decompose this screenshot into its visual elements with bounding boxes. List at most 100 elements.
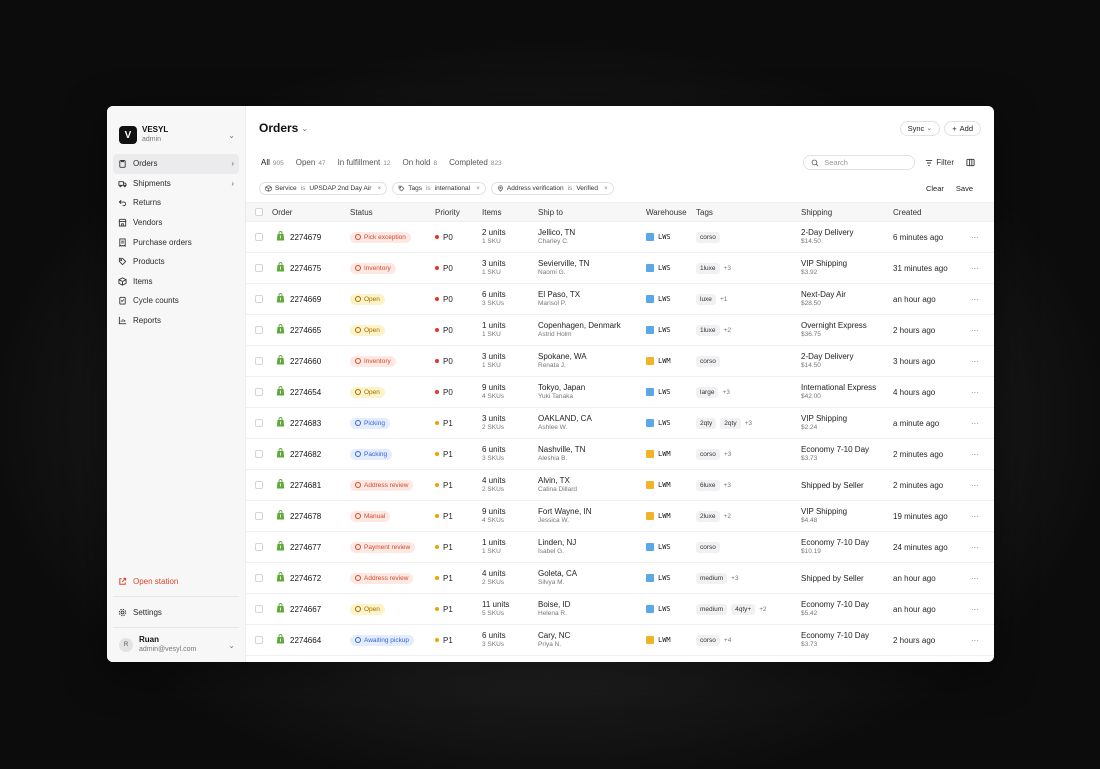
row-checkbox[interactable]	[255, 326, 263, 334]
table-row[interactable]: 2274660 Inventory P0 3 units 1 SKU Spokane, W…	[246, 346, 994, 377]
row-checkbox[interactable]	[255, 264, 263, 272]
sidebar-item-items[interactable]: Items	[113, 272, 239, 292]
add-button[interactable]: + Add	[944, 120, 981, 136]
table-row[interactable]: 2274679 Pick exception P0 2 units 1 SKU Jelli…	[246, 222, 994, 253]
row-actions-icon[interactable]: ···	[963, 512, 987, 521]
table-row[interactable]: 2274665 Open P0 1 units 1 SKU Copenhagen, Den…	[246, 315, 994, 346]
row-checkbox[interactable]	[255, 419, 263, 427]
column-header-order[interactable]: Order	[272, 208, 350, 217]
column-header-tags[interactable]: Tags	[696, 208, 801, 217]
order-number[interactable]: 2274664	[290, 636, 321, 645]
table-row[interactable]: 2274672 Address review P1 4 units 2 SKUs Gole…	[246, 563, 994, 594]
table-row[interactable]: 2274667 Open P1 11 units 5 SKUs Boise, ID Hele…	[246, 594, 994, 625]
row-checkbox[interactable]	[255, 233, 263, 241]
more-tags-count[interactable]: +3	[731, 575, 738, 582]
save-filters-button[interactable]: Save	[956, 184, 973, 193]
column-header-status[interactable]: Status	[350, 208, 435, 217]
more-tags-count[interactable]: +1	[720, 296, 727, 303]
row-actions-icon[interactable]: ···	[963, 295, 987, 304]
table-row[interactable]: 2274669 Open P0 6 units 3 SKUs El Paso, TX Mar…	[246, 284, 994, 315]
column-header-warehouse[interactable]: Warehouse	[646, 208, 696, 217]
row-checkbox[interactable]	[255, 636, 263, 644]
column-header-created[interactable]: Created	[893, 208, 963, 217]
order-number[interactable]: 2274679	[290, 233, 321, 242]
table-row[interactable]: 2274682 Packing P1 6 units 3 SKUs Nashville, …	[246, 439, 994, 470]
sidebar-item-orders[interactable]: Orders ›	[113, 154, 239, 174]
table-row[interactable]: 2274664 Awaiting pickup P1 6 units 3 SKUs Car…	[246, 625, 994, 656]
row-actions-icon[interactable]: ···	[963, 543, 987, 552]
sync-button[interactable]: Sync ⌄	[899, 120, 941, 136]
user-menu[interactable]: R Ruan admin@vesyl.com ⌄	[107, 628, 245, 662]
row-checkbox[interactable]	[255, 450, 263, 458]
column-header-items[interactable]: Items	[482, 208, 538, 217]
page-title[interactable]: Orders	[259, 121, 298, 135]
more-tags-count[interactable]: +2	[759, 606, 766, 613]
row-actions-icon[interactable]: ···	[963, 233, 987, 242]
order-number[interactable]: 2274672	[290, 574, 321, 583]
more-tags-count[interactable]: +3	[724, 482, 731, 489]
row-actions-icon[interactable]: ···	[963, 450, 987, 459]
open-station-link[interactable]: Open station	[107, 572, 245, 590]
settings-link[interactable]: Settings	[107, 603, 245, 621]
row-checkbox[interactable]	[255, 574, 263, 582]
row-actions-icon[interactable]: ···	[963, 388, 987, 397]
tab-in-fulfillment[interactable]: In fulfillment 12	[338, 158, 391, 167]
row-checkbox[interactable]	[255, 543, 263, 551]
close-icon[interactable]: ×	[476, 185, 480, 192]
more-tags-count[interactable]: +3	[722, 389, 729, 396]
filter-chip[interactable]: Address verification is Verified ×	[490, 182, 614, 195]
filter-button[interactable]: Filter	[925, 158, 954, 167]
more-tags-count[interactable]: +3	[724, 265, 731, 272]
sidebar-item-purchase-orders[interactable]: Purchase orders	[113, 232, 239, 252]
order-number[interactable]: 2274678	[290, 512, 321, 521]
tab-open[interactable]: Open 47	[296, 158, 326, 167]
sidebar-item-shipments[interactable]: Shipments ›	[113, 174, 239, 194]
order-number[interactable]: 2274675	[290, 264, 321, 273]
sidebar-item-vendors[interactable]: Vendors	[113, 213, 239, 233]
table-row[interactable]: 2274678 Manual P1 9 units 4 SKUs Fort Wayne, …	[246, 501, 994, 532]
filter-chip[interactable]: Tags is international ×	[392, 182, 486, 195]
more-tags-count[interactable]: +3	[724, 451, 731, 458]
sidebar-item-cycle-counts[interactable]: Cycle counts	[113, 291, 239, 311]
sidebar-item-returns[interactable]: Returns	[113, 193, 239, 213]
row-checkbox[interactable]	[255, 357, 263, 365]
table-row[interactable]: 2274677 Payment review P1 1 units 1 SKU Linde…	[246, 532, 994, 563]
row-actions-icon[interactable]: ···	[963, 357, 987, 366]
table-row[interactable]: 2274683 Picking P1 3 units 2 SKUs OAKLAND, CA…	[246, 408, 994, 439]
close-icon[interactable]: ×	[604, 185, 608, 192]
more-tags-count[interactable]: +2	[724, 513, 731, 520]
sidebar-item-products[interactable]: Products	[113, 252, 239, 272]
order-number[interactable]: 2274682	[290, 450, 321, 459]
close-icon[interactable]: ×	[377, 185, 381, 192]
order-number[interactable]: 2274683	[290, 419, 321, 428]
order-number[interactable]: 2274669	[290, 295, 321, 304]
table-row[interactable]: 2274681 Address review P1 4 units 2 SKUs Alvi…	[246, 470, 994, 501]
row-actions-icon[interactable]: ···	[963, 481, 987, 490]
row-checkbox[interactable]	[255, 605, 263, 613]
table-row[interactable]: 2274654 Open P0 9 units 4 SKUs Tokyo, Japan Yu…	[246, 377, 994, 408]
column-header-ship-to[interactable]: Ship to	[538, 208, 646, 217]
row-checkbox[interactable]	[255, 512, 263, 520]
row-checkbox[interactable]	[255, 295, 263, 303]
clear-filters-button[interactable]: Clear	[926, 184, 944, 193]
row-actions-icon[interactable]: ···	[963, 326, 987, 335]
workspace-switcher[interactable]: V VESYL admin ⌄	[107, 106, 245, 152]
column-header-priority[interactable]: Priority	[435, 208, 482, 217]
order-number[interactable]: 2274677	[290, 543, 321, 552]
row-actions-icon[interactable]: ···	[963, 419, 987, 428]
more-tags-count[interactable]: +3	[745, 420, 752, 427]
columns-button[interactable]	[966, 154, 975, 172]
tab-all[interactable]: All 905	[261, 158, 284, 167]
order-number[interactable]: 2274654	[290, 388, 321, 397]
select-all-checkbox[interactable]	[255, 208, 263, 216]
order-number[interactable]: 2274681	[290, 481, 321, 490]
search-input[interactable]: Search	[803, 155, 916, 170]
table-row[interactable]: 2274675 Inventory P0 3 units 1 SKU Seviervill…	[246, 253, 994, 284]
order-number[interactable]: 2274665	[290, 326, 321, 335]
row-actions-icon[interactable]: ···	[963, 264, 987, 273]
tab-on-hold[interactable]: On hold 8	[402, 158, 437, 167]
row-actions-icon[interactable]: ···	[963, 574, 987, 583]
more-tags-count[interactable]: +2	[724, 327, 731, 334]
column-header-shipping[interactable]: Shipping	[801, 208, 893, 217]
chevron-down-icon[interactable]: ⌄	[301, 124, 308, 133]
